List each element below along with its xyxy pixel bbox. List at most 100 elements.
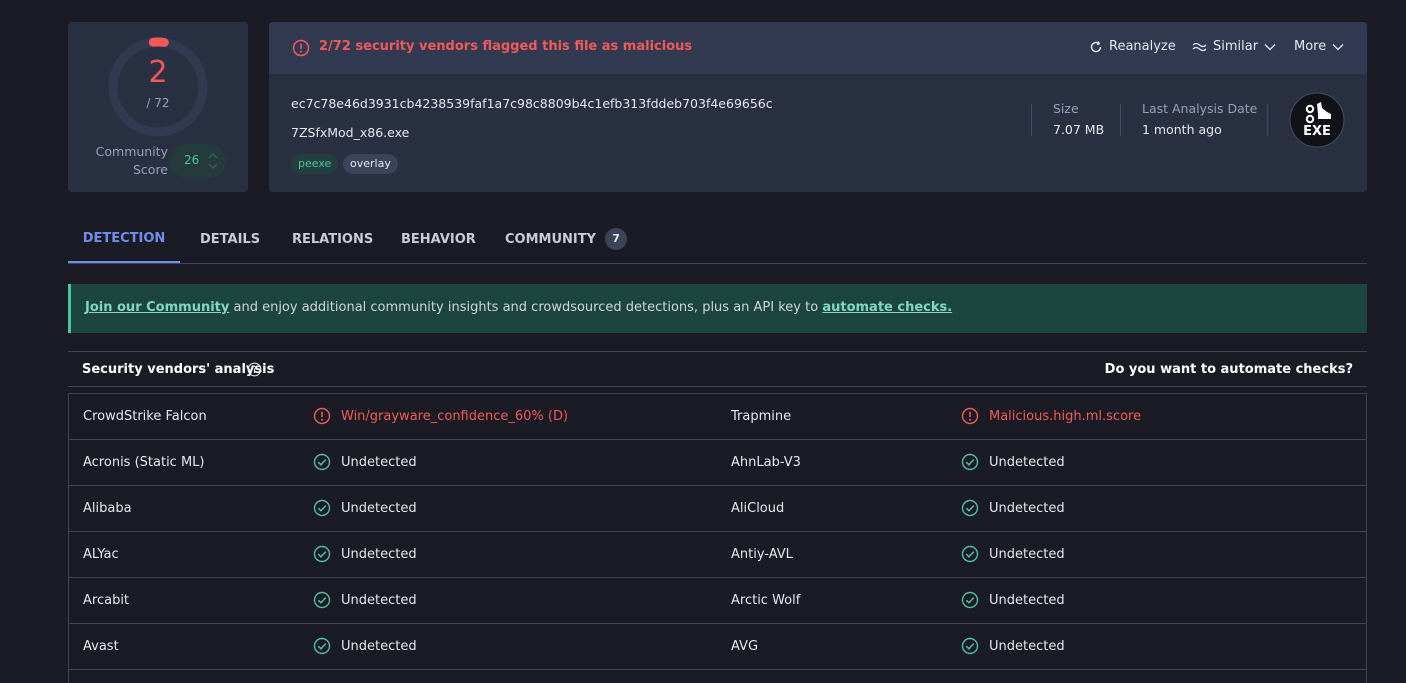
detection-result-label: Undetected: [341, 455, 417, 470]
svg-text:EXE: EXE: [1303, 124, 1331, 139]
exe-file-type-icon: EXE: [1289, 92, 1345, 148]
tab-label: COMMUNITY: [505, 231, 597, 247]
vendors-header: Security vendors' analysis Do you want t…: [68, 351, 1367, 387]
check-circle-icon: [313, 637, 331, 655]
divider: [1031, 104, 1032, 136]
tag-overlay[interactable]: overlay: [343, 154, 398, 174]
automate-checks-prompt[interactable]: Do you want to automate checks?: [1105, 362, 1353, 377]
detection-result-label: Undetected: [341, 593, 417, 608]
detection-result-undetected: Undetected: [313, 545, 417, 563]
table-row: Acronis (Static ML) Undetected AhnLab-V3 Un…: [69, 440, 1366, 486]
tab-label: DETECTION: [82, 231, 166, 246]
check-circle-icon: [961, 453, 979, 471]
alert-circle-icon: [313, 407, 331, 425]
community-score-value: 26: [184, 153, 200, 167]
table-row: CrowdStrike Falcon Win/grayware_confidenc…: [69, 394, 1366, 440]
detection-result-label: Malicious.high.ml.score: [989, 409, 1142, 424]
detection-result-label: Undetected: [989, 593, 1065, 608]
detection-result-label: Undetected: [989, 639, 1065, 654]
vendor-name: Trapmine: [731, 409, 792, 424]
community-count-badge: 7: [605, 228, 628, 250]
divider: [1267, 104, 1268, 136]
detection-result-undetected: Undetected: [313, 453, 417, 471]
similar-label: Similar: [1213, 39, 1259, 54]
refresh-icon: [1090, 40, 1102, 52]
info-icon[interactable]: [247, 362, 262, 377]
detection-count: 2: [148, 55, 168, 90]
tab-label: DETAILS: [200, 231, 261, 247]
automate-checks-link[interactable]: automate checks.: [822, 300, 952, 315]
vendor-name: Avast: [83, 639, 119, 654]
detection-result-undetected: Undetected: [961, 637, 1065, 655]
vendor-name: CrowdStrike Falcon: [83, 409, 207, 424]
join-community-link[interactable]: Join our Community: [85, 300, 229, 315]
detection-result-label: Undetected: [989, 455, 1065, 470]
check-circle-icon: [961, 545, 979, 563]
detection-result-label: Undetected: [989, 547, 1065, 562]
banner-text: Join our Community and enjoy additional …: [85, 300, 952, 315]
detection-total: / 72: [146, 96, 170, 110]
reanalyze-label: Reanalyze: [1109, 39, 1176, 54]
detection-result-undetected: Undetected: [961, 545, 1065, 563]
tab-relations[interactable]: RELATIONS: [292, 216, 373, 262]
tab-bar: DETECTION DETAILS RELATIONS BEHAVIOR COM…: [68, 216, 1367, 264]
table-row: Avast Undetected AVG Undetected: [69, 624, 1366, 670]
more-dropdown[interactable]: More: [1294, 39, 1344, 54]
vendor-name: Antiy-AVL: [731, 547, 793, 562]
last-analysis-value: 1 month ago: [1142, 122, 1222, 137]
check-circle-icon: [313, 591, 331, 609]
malicious-alert-text: 2/72 security vendors flagged this file …: [319, 39, 693, 54]
detection-result-undetected: Undetected: [313, 499, 417, 517]
similar-dropdown[interactable]: Similar: [1192, 39, 1276, 54]
alert-circle-icon: [961, 407, 979, 425]
detection-result-undetected: Undetected: [313, 591, 417, 609]
tab-label: RELATIONS: [292, 231, 374, 247]
chevron-down-icon: [1332, 43, 1344, 50]
check-circle-icon: [313, 499, 331, 517]
size-value: 7.07 MB: [1053, 122, 1105, 137]
detection-result-undetected: Undetected: [313, 637, 417, 655]
check-circle-icon: [961, 591, 979, 609]
vendor-name: AliCloud: [731, 501, 785, 516]
table-row: Alibaba Undetected AliCloud Undetected: [69, 486, 1366, 532]
detection-result-label: Win/grayware_confidence_60% (D): [341, 409, 569, 424]
vendor-name: Arctic Wolf: [731, 593, 801, 608]
tab-behavior[interactable]: BEHAVIOR: [401, 216, 476, 262]
vendor-name: Acronis (Static ML): [83, 455, 205, 470]
file-hash[interactable]: ec7c78e46d3931cb4238539faf1a7c98c8809b4c…: [291, 96, 773, 111]
vendor-name: ALYac: [83, 547, 119, 562]
chevron-down-icon: [1264, 43, 1276, 50]
vendors-title: Security vendors' analysis: [82, 362, 275, 377]
table-row: ALYac Undetected Antiy-AVL Undetected: [69, 532, 1366, 578]
vote-arrows-icon[interactable]: [208, 152, 218, 170]
detection-result-undetected: Undetected: [961, 453, 1065, 471]
vendor-name: AVG: [731, 639, 759, 654]
tag-peexe[interactable]: peexe: [291, 154, 339, 174]
vendors-table: CrowdStrike Falcon Win/grayware_confidenc…: [68, 393, 1367, 683]
vendor-name: Alibaba: [83, 501, 132, 516]
more-label: More: [1294, 39, 1327, 54]
detection-result-label: Undetected: [341, 501, 417, 516]
detection-result-malicious: Win/grayware_confidence_60% (D): [313, 407, 569, 425]
divider: [1120, 104, 1121, 136]
detection-result-malicious: Malicious.high.ml.score: [961, 407, 1142, 425]
community-banner: Join our Community and enjoy additional …: [68, 284, 1367, 333]
file-alert-header: 2/72 security vendors flagged this file …: [269, 22, 1367, 74]
check-circle-icon: [313, 545, 331, 563]
community-score-pill[interactable]: 26: [170, 144, 226, 178]
check-circle-icon: [961, 499, 979, 517]
detection-result-label: Undetected: [341, 639, 417, 654]
size-label: Size: [1053, 101, 1079, 116]
last-analysis-label: Last Analysis Date: [1142, 101, 1258, 116]
tab-details[interactable]: DETAILS: [200, 216, 260, 262]
check-circle-icon: [961, 637, 979, 655]
check-circle-icon: [313, 453, 331, 471]
tab-label: BEHAVIOR: [401, 231, 476, 247]
detection-score-card: 2 / 72 Community Score 26: [68, 22, 248, 192]
tab-detection[interactable]: DETECTION: [68, 216, 180, 263]
tab-community[interactable]: COMMUNITY 7: [505, 216, 628, 262]
similar-icon: [1192, 42, 1207, 51]
file-summary-card: 2/72 security vendors flagged this file …: [269, 22, 1367, 192]
reanalyze-button[interactable]: Reanalyze: [1089, 39, 1176, 54]
detection-result-label: Undetected: [341, 547, 417, 562]
